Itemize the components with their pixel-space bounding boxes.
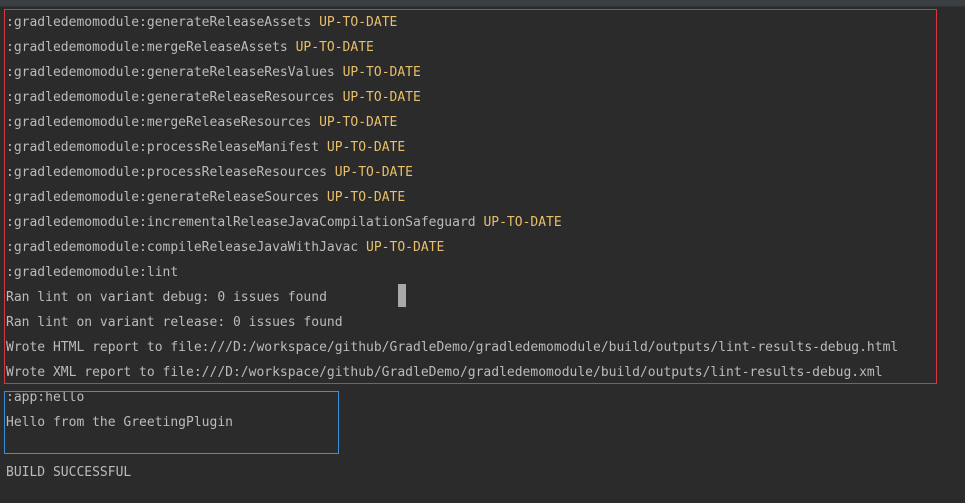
console-line: Hello from the GreetingPlugin bbox=[6, 410, 233, 435]
console-line: Wrote XML report to file:///D:/workspace… bbox=[6, 360, 883, 385]
task-name: :gradledemomodule:generateReleaseResourc… bbox=[6, 90, 335, 105]
task-name: :gradledemomodule:mergeReleaseAssets bbox=[6, 40, 288, 55]
task-name: :gradledemomodule:mergeReleaseResources bbox=[6, 115, 312, 130]
build-console-output[interactable]: :gradledemomodule:generateReleaseAssets … bbox=[0, 0, 965, 503]
task-status: UP-TO-DATE bbox=[366, 240, 445, 255]
task-name: :gradledemomodule:processReleaseManifest bbox=[6, 140, 320, 155]
console-line: Ran lint on variant debug: 0 issues foun… bbox=[6, 285, 327, 310]
console-line: :gradledemomodule:generateReleaseResourc… bbox=[6, 85, 421, 110]
console-line: BUILD SUCCESSFUL bbox=[6, 460, 131, 485]
console-line: :gradledemomodule:lint bbox=[6, 260, 178, 285]
build-result-text: BUILD SUCCESSFUL bbox=[6, 465, 132, 480]
plugin-output-text: Hello from the GreetingPlugin bbox=[6, 415, 233, 430]
console-line: :gradledemomodule:incrementalReleaseJava… bbox=[6, 210, 562, 235]
console-line: :gradledemomodule:generateReleaseResValu… bbox=[6, 60, 421, 85]
task-name: :app:hello bbox=[6, 390, 85, 405]
console-line: :app:hello bbox=[6, 385, 84, 410]
report-path-text[interactable]: Wrote XML report to file:///D:/workspace… bbox=[6, 365, 883, 380]
task-status: UP-TO-DATE bbox=[319, 115, 398, 130]
task-status: UP-TO-DATE bbox=[319, 15, 398, 30]
task-name: :gradledemomodule:processReleaseResource… bbox=[6, 165, 327, 180]
console-line: :gradledemomodule:compileReleaseJavaWith… bbox=[6, 235, 444, 260]
text-cursor bbox=[398, 284, 406, 307]
task-name: :gradledemomodule:incrementalReleaseJava… bbox=[6, 215, 476, 230]
console-line: :gradledemomodule:generateReleaseSources… bbox=[6, 185, 405, 210]
report-path-text[interactable]: Wrote HTML report to file:///D:/workspac… bbox=[6, 340, 898, 355]
task-status: UP-TO-DATE bbox=[334, 165, 414, 180]
task-status: UP-TO-DATE bbox=[326, 190, 406, 205]
console-line: :gradledemomodule:processReleaseResource… bbox=[6, 160, 413, 185]
console-line: :gradledemomodule:processReleaseManifest… bbox=[6, 135, 405, 160]
console-line: :gradledemomodule:generateReleaseAssets … bbox=[6, 10, 397, 35]
task-name: :gradledemomodule:lint bbox=[6, 265, 179, 280]
task-status: UP-TO-DATE bbox=[295, 40, 374, 55]
task-status: UP-TO-DATE bbox=[483, 215, 562, 230]
task-name: :gradledemomodule:generateReleaseSources bbox=[6, 190, 320, 205]
lint-result-text: Ran lint on variant release: 0 issues fo… bbox=[6, 315, 343, 330]
task-name: :gradledemomodule:generateReleaseResValu… bbox=[6, 65, 335, 80]
task-status: UP-TO-DATE bbox=[326, 140, 406, 155]
task-status: UP-TO-DATE bbox=[342, 90, 421, 105]
console-line: :gradledemomodule:mergeReleaseResources … bbox=[6, 110, 397, 135]
console-line: Ran lint on variant release: 0 issues fo… bbox=[6, 310, 343, 335]
task-name: :gradledemomodule:generateReleaseAssets bbox=[6, 15, 312, 30]
console-line: :gradledemomodule:mergeReleaseAssets UP-… bbox=[6, 35, 374, 60]
console-line: Wrote HTML report to file:///D:/workspac… bbox=[6, 335, 898, 360]
lint-result-text: Ran lint on variant debug: 0 issues foun… bbox=[6, 290, 327, 305]
console-top-edge bbox=[0, 0, 965, 7]
task-status: UP-TO-DATE bbox=[342, 65, 421, 80]
task-name: :gradledemomodule:compileReleaseJavaWith… bbox=[6, 240, 359, 255]
